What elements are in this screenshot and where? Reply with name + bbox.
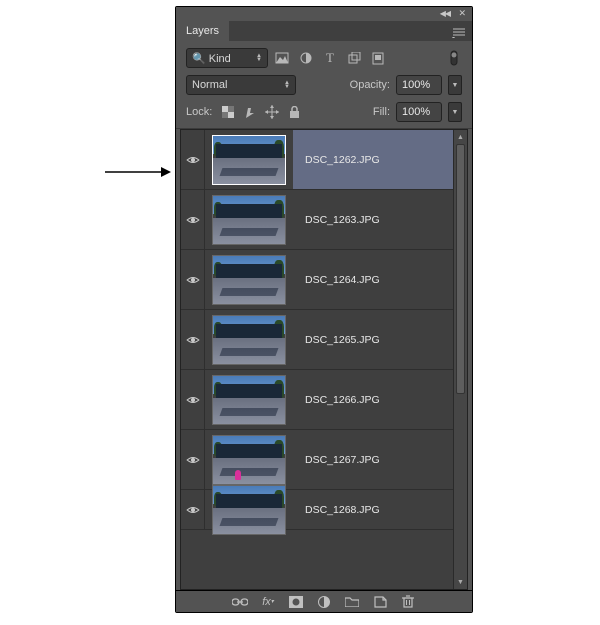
layer-body[interactable]: DSC_1262.JPG	[293, 130, 453, 189]
visibility-toggle[interactable]	[181, 370, 205, 429]
layer-row[interactable]: DSC_1262.JPG	[181, 130, 453, 190]
fill-input[interactable]: 100%	[396, 102, 442, 122]
layer-row[interactable]: DSC_1266.JPG	[181, 370, 453, 430]
adjustment-layer-icon[interactable]	[316, 594, 332, 610]
layer-row[interactable]: DSC_1268.JPG	[181, 490, 453, 530]
layer-body[interactable]: DSC_1263.JPG	[293, 190, 453, 249]
filter-smartobject-icon[interactable]	[370, 50, 386, 66]
collapse-icon[interactable]: ◀◀	[440, 9, 450, 18]
scroll-thumb[interactable]	[456, 144, 465, 394]
delete-layer-icon[interactable]	[400, 594, 416, 610]
lock-pixels-icon[interactable]	[242, 104, 258, 120]
layer-body[interactable]: DSC_1265.JPG	[293, 310, 453, 369]
lock-transparency-icon[interactable]	[220, 104, 236, 120]
scroll-track[interactable]	[454, 144, 467, 575]
scrollbar[interactable]: ▲ ▼	[453, 130, 467, 589]
filter-adjustment-icon[interactable]	[298, 50, 314, 66]
lock-all-icon[interactable]	[286, 104, 302, 120]
filter-toggle-switch[interactable]	[446, 50, 462, 66]
layer-thumbnail[interactable]	[205, 190, 293, 249]
close-icon[interactable]: ✕	[458, 8, 466, 19]
blend-mode-select[interactable]: Normal ▲▼	[186, 75, 296, 95]
layer-mask-icon[interactable]	[288, 594, 304, 610]
layer-name-label: DSC_1263.JPG	[305, 214, 380, 226]
layer-name-label: DSC_1267.JPG	[305, 454, 380, 466]
external-pointer-arrow	[105, 165, 171, 179]
layers-footer: fx▾	[176, 590, 472, 612]
opacity-input[interactable]: 100%	[396, 75, 442, 95]
filter-type-select[interactable]: 🔍 Kind ▲▼	[186, 48, 268, 68]
visibility-toggle[interactable]	[181, 430, 205, 489]
filter-shape-icon[interactable]	[346, 50, 362, 66]
new-layer-icon[interactable]	[372, 594, 388, 610]
layer-thumbnail[interactable]	[205, 310, 293, 369]
blend-mode-value: Normal	[192, 79, 227, 91]
visibility-toggle[interactable]	[181, 490, 205, 529]
layer-row[interactable]: DSC_1267.JPG	[181, 430, 453, 490]
visibility-toggle[interactable]	[181, 250, 205, 309]
fill-dropdown-button[interactable]: ▼	[448, 102, 462, 122]
layer-name-label: DSC_1262.JPG	[305, 154, 380, 166]
lock-position-icon[interactable]	[264, 104, 280, 120]
layer-thumbnail[interactable]	[205, 370, 293, 429]
layer-body[interactable]: DSC_1268.JPG	[293, 490, 453, 529]
panel-tab-bar: Layers	[176, 21, 472, 41]
panel-menu-icon[interactable]	[446, 25, 472, 41]
layer-thumbnail[interactable]	[205, 250, 293, 309]
filter-type-icon[interactable]: T	[322, 50, 338, 66]
layer-name-label: DSC_1264.JPG	[305, 274, 380, 286]
lock-label: Lock:	[186, 106, 212, 118]
opacity-dropdown-button[interactable]: ▼	[448, 75, 462, 95]
layer-body[interactable]: DSC_1267.JPG	[293, 430, 453, 489]
layers-panel: ◀◀ ✕ Layers 🔍 Kind ▲▼ T Normal	[175, 6, 473, 613]
fill-label: Fill:	[373, 106, 390, 118]
layer-name-label: DSC_1266.JPG	[305, 394, 380, 406]
layer-row[interactable]: DSC_1263.JPG	[181, 190, 453, 250]
link-layers-icon[interactable]	[232, 594, 248, 610]
layer-body[interactable]: DSC_1266.JPG	[293, 370, 453, 429]
layers-options: 🔍 Kind ▲▼ T Normal ▲▼ Opacity: 100% ▼	[176, 41, 472, 129]
layer-thumbnail[interactable]	[205, 490, 293, 529]
layer-row[interactable]: DSC_1265.JPG	[181, 310, 453, 370]
scroll-down-button[interactable]: ▼	[454, 575, 467, 589]
visibility-toggle[interactable]	[181, 190, 205, 249]
layer-fx-icon[interactable]: fx▾	[260, 594, 276, 610]
filter-pixel-icon[interactable]	[274, 50, 290, 66]
layer-row[interactable]: DSC_1264.JPG	[181, 250, 453, 310]
layer-thumbnail[interactable]	[205, 430, 293, 489]
tab-layers[interactable]: Layers	[176, 21, 229, 41]
filter-kind-label: Kind	[209, 53, 231, 65]
layer-group-icon[interactable]	[344, 594, 360, 610]
scroll-up-button[interactable]: ▲	[454, 130, 467, 144]
opacity-label: Opacity:	[350, 79, 390, 91]
layers-list: DSC_1262.JPG DSC_1263.JPG DSC_1264.JPG DSC_…	[180, 129, 468, 590]
panel-titlebar: ◀◀ ✕	[176, 7, 472, 21]
layer-name-label: DSC_1268.JPG	[305, 504, 380, 516]
layer-thumbnail[interactable]	[205, 130, 293, 189]
opacity-value: 100%	[402, 79, 430, 91]
layer-name-label: DSC_1265.JPG	[305, 334, 380, 346]
fill-value: 100%	[402, 106, 430, 118]
visibility-toggle[interactable]	[181, 310, 205, 369]
layer-body[interactable]: DSC_1264.JPG	[293, 250, 453, 309]
visibility-toggle[interactable]	[181, 130, 205, 189]
